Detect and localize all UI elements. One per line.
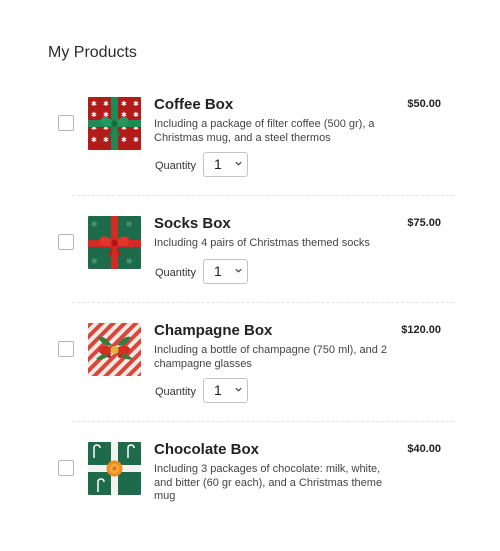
svg-text:✱: ✱ (133, 111, 139, 119)
quantity-value: 1 (214, 382, 222, 398)
quantity-value: 1 (214, 263, 222, 279)
product-price: $75.00 (407, 217, 441, 229)
product-checkbox[interactable] (58, 341, 74, 357)
gift-box-red-snowflake-icon: ✱ ✱ ✱ ✱ ✱ ✱ ✱ ✱ ✱ ✱ ✱ ✱ ✱ ✱ ✱ ✱ (88, 97, 141, 150)
quantity-label: Quantity (155, 160, 196, 172)
quantity-label: Quantity (155, 267, 196, 279)
product-description: Including a package of filter coffee (50… (154, 118, 375, 144)
quantity-value: 1 (214, 156, 222, 172)
svg-text:❄: ❄ (126, 257, 133, 266)
quantity-select[interactable]: 1 (203, 152, 248, 177)
product-name: Socks Box (154, 215, 231, 232)
svg-text:✱: ✱ (103, 100, 109, 108)
product-name: Chocolate Box (154, 441, 260, 458)
product-item-chocolate-box: Chocolate Box $40.00 Including 3 package… (0, 441, 500, 551)
product-price: $40.00 (407, 443, 441, 455)
chevron-down-icon (235, 387, 242, 392)
chevron-down-icon (235, 161, 242, 166)
page-title: My Products (48, 44, 137, 61)
product-description: Including 3 packages of chocolate: milk,… (154, 463, 383, 502)
quantity-label: Quantity (155, 386, 196, 398)
product-checkbox[interactable] (58, 115, 74, 131)
products-page: My Products ✱ ✱ ✱ ✱ ✱ ✱ ✱ ✱ ✱ ✱ ✱ ✱ ✱ ✱ ✱ ✱ Coffee (0, 0, 500, 502)
product-divider (72, 421, 454, 422)
product-divider (72, 195, 454, 196)
product-description: Including 4 pairs of Christmas themed so… (154, 237, 370, 249)
product-price: $120.00 (401, 324, 441, 336)
gift-box-candy-stripe-icon (88, 323, 141, 376)
product-item-socks-box: ❄ ❄ ❄ ❄ Socks Box $75.00 Including 4 pairs… (0, 215, 500, 325)
product-description: Including a bottle of champagne (750 ml)… (154, 344, 387, 370)
chevron-down-icon (235, 268, 242, 273)
product-price: $50.00 (407, 98, 441, 110)
gift-box-green-candycane-icon (88, 442, 141, 495)
svg-text:❄: ❄ (91, 257, 98, 266)
gift-box-green-snowflake-icon: ❄ ❄ ❄ ❄ (88, 216, 141, 269)
svg-text:✱: ✱ (91, 111, 97, 119)
svg-text:✱: ✱ (121, 136, 127, 144)
svg-text:✱: ✱ (91, 100, 97, 108)
product-item-champagne-box: Champagne Box $120.00 Including a bottle… (0, 322, 500, 432)
svg-text:✱: ✱ (103, 136, 109, 144)
svg-text:✱: ✱ (91, 136, 97, 144)
svg-text:✱: ✱ (133, 136, 139, 144)
product-checkbox[interactable] (58, 460, 74, 476)
svg-text:❄: ❄ (91, 220, 98, 229)
product-name: Champagne Box (154, 322, 273, 339)
product-name: Coffee Box (154, 96, 234, 113)
svg-text:✱: ✱ (133, 100, 139, 108)
quantity-select[interactable]: 1 (203, 378, 248, 403)
quantity-select[interactable]: 1 (203, 259, 248, 284)
product-checkbox[interactable] (58, 234, 74, 250)
svg-text:❄: ❄ (126, 220, 133, 229)
svg-text:✱: ✱ (121, 100, 127, 108)
product-item-coffee-box: ✱ ✱ ✱ ✱ ✱ ✱ ✱ ✱ ✱ ✱ ✱ ✱ ✱ ✱ ✱ ✱ Coffee Box $50.00 In… (0, 96, 500, 206)
product-divider (72, 302, 454, 303)
